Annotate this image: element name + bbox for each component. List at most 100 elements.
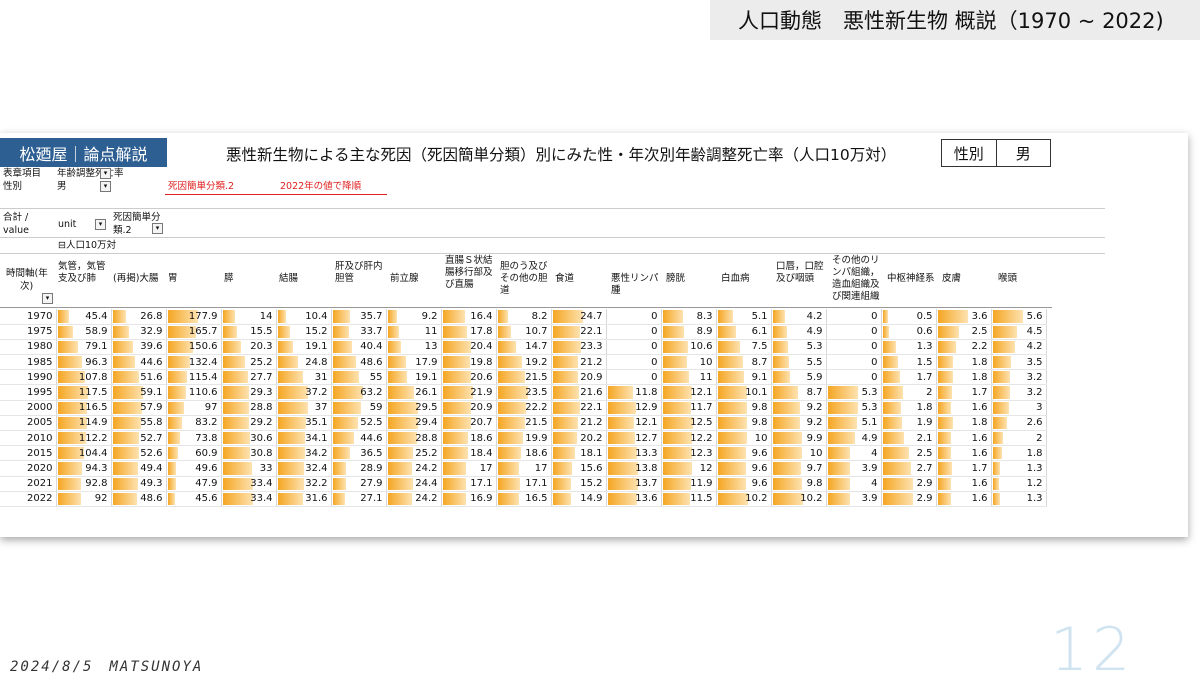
column-header: 胆のう及びその他の胆道 xyxy=(500,261,548,296)
cell-value: 48.6 xyxy=(360,356,383,368)
cell-value: 17.8 xyxy=(470,326,493,338)
data-bar xyxy=(387,462,413,475)
value-cell: 32.9 xyxy=(111,324,167,340)
data-bar xyxy=(937,416,953,429)
filter-sex-dropdown[interactable]: 男 xyxy=(57,181,67,193)
cell-value: 8.3 xyxy=(696,310,713,322)
value-cell: 27.7 xyxy=(221,369,277,386)
cell-value: 0 xyxy=(651,356,658,368)
data-bar xyxy=(222,356,246,369)
cell-value: 5.3 xyxy=(861,402,878,414)
value-cell: 12.9 xyxy=(606,400,662,416)
value-cell: 2.7 xyxy=(881,460,937,477)
brand-badge: 松廼屋｜論点解説 xyxy=(0,138,167,167)
column-header: 膀胱 xyxy=(666,273,686,284)
data-bar xyxy=(277,462,304,475)
cell-value: 12 xyxy=(699,462,713,474)
cell-value: 2.9 xyxy=(916,493,933,505)
cell-value: 29.4 xyxy=(415,417,438,429)
data-bar xyxy=(552,356,579,369)
cell-value: 9.2 xyxy=(421,310,438,322)
data-bar xyxy=(387,310,397,323)
value-cell: 13 xyxy=(386,339,442,356)
cell-value: 28.8 xyxy=(415,432,438,444)
data-bar xyxy=(552,416,579,429)
value-cell: 3.9 xyxy=(826,460,882,477)
cell-value: 27.9 xyxy=(360,478,383,490)
year-cell: 1990 xyxy=(0,369,57,386)
cell-value: 2.7 xyxy=(916,462,933,474)
cell-value: 20.9 xyxy=(470,402,493,414)
data-bar xyxy=(992,432,1004,445)
year-cell: 1970 xyxy=(0,309,57,325)
data-bar xyxy=(112,401,143,414)
value-cell: 165.7 xyxy=(166,324,222,340)
data-bar xyxy=(717,416,747,429)
value-cell: 34.2 xyxy=(276,445,332,462)
cell-value: 9.1 xyxy=(751,371,768,383)
filter-item-dropdown[interactable]: 年齢調整死亡率 xyxy=(57,168,124,180)
cell-value: 3 xyxy=(1036,402,1043,414)
data-bar xyxy=(992,371,1010,384)
unit-dropdown[interactable]: ▾ xyxy=(95,219,106,231)
value-cell: 5.1 xyxy=(716,309,772,325)
cell-value: 14 xyxy=(259,310,273,322)
cell-value: 21.6 xyxy=(580,387,603,399)
cell-value: 5.1 xyxy=(861,417,878,429)
value-cell: 3 xyxy=(991,400,1047,416)
data-bar xyxy=(387,447,414,460)
filter-item-label: 表章項目 xyxy=(3,168,42,179)
value-cell: 16.5 xyxy=(496,491,552,507)
meta-total: 合計 / xyxy=(3,212,29,223)
value-cell: 52.6 xyxy=(111,445,167,462)
value-cell: 13.6 xyxy=(606,491,662,507)
cell-value: 20.6 xyxy=(470,371,493,383)
cell-value: 150.6 xyxy=(188,341,218,353)
cell-value: 2 xyxy=(926,387,933,399)
cell-value: 33.7 xyxy=(360,326,383,338)
cell-value: 35.7 xyxy=(360,310,383,322)
time-axis-label2: 次) xyxy=(20,281,34,292)
cell-value: 20.7 xyxy=(470,417,493,429)
filter-icon[interactable]: ▾ xyxy=(100,181,111,193)
cell-value: 2.1 xyxy=(916,432,933,444)
data-bar xyxy=(937,477,951,490)
data-bar xyxy=(222,386,250,399)
data-bar xyxy=(387,356,406,369)
data-bar xyxy=(717,340,740,354)
value-cell: 25.2 xyxy=(386,445,442,462)
data-bar xyxy=(112,447,140,460)
cell-value: 0 xyxy=(871,371,878,383)
value-cell: 19.1 xyxy=(276,339,332,356)
value-cell: 24.8 xyxy=(276,354,332,371)
value-cell: 1.6 xyxy=(936,491,992,507)
data-bar xyxy=(772,340,789,354)
data-bar xyxy=(662,356,687,369)
filter-icon[interactable]: ▾ xyxy=(152,223,163,235)
column-header: 結腸 xyxy=(279,273,299,284)
filter-icon[interactable]: ▾ xyxy=(100,168,111,180)
value-cell: 17 xyxy=(441,460,497,477)
data-bar xyxy=(992,340,1016,354)
data-bar xyxy=(112,371,139,384)
filter-icon[interactable]: ▾ xyxy=(42,293,53,305)
data-bar xyxy=(277,447,306,460)
value-cell: 18.6 xyxy=(441,430,497,447)
cell-value: 5.1 xyxy=(751,310,768,322)
cell-value: 39.6 xyxy=(140,341,163,353)
cell-value: 1.9 xyxy=(916,417,933,429)
value-cell: 19.9 xyxy=(496,430,552,447)
cell-value: 22.1 xyxy=(580,326,603,338)
filter-sex-value: 男 xyxy=(57,181,67,192)
cell-value: 3.9 xyxy=(861,462,878,474)
cell-value: 18.4 xyxy=(470,447,493,459)
data-bar xyxy=(607,492,638,505)
cell-value: 8.2 xyxy=(531,310,548,322)
value-cell: 30.8 xyxy=(221,445,277,462)
value-cell: 21.2 xyxy=(551,415,607,432)
cell-value: 110.6 xyxy=(188,387,218,399)
cell-value: 16.9 xyxy=(470,493,493,505)
data-bar xyxy=(442,462,466,475)
value-cell: 177.9 xyxy=(166,309,222,325)
cell-value: 16.5 xyxy=(525,493,548,505)
